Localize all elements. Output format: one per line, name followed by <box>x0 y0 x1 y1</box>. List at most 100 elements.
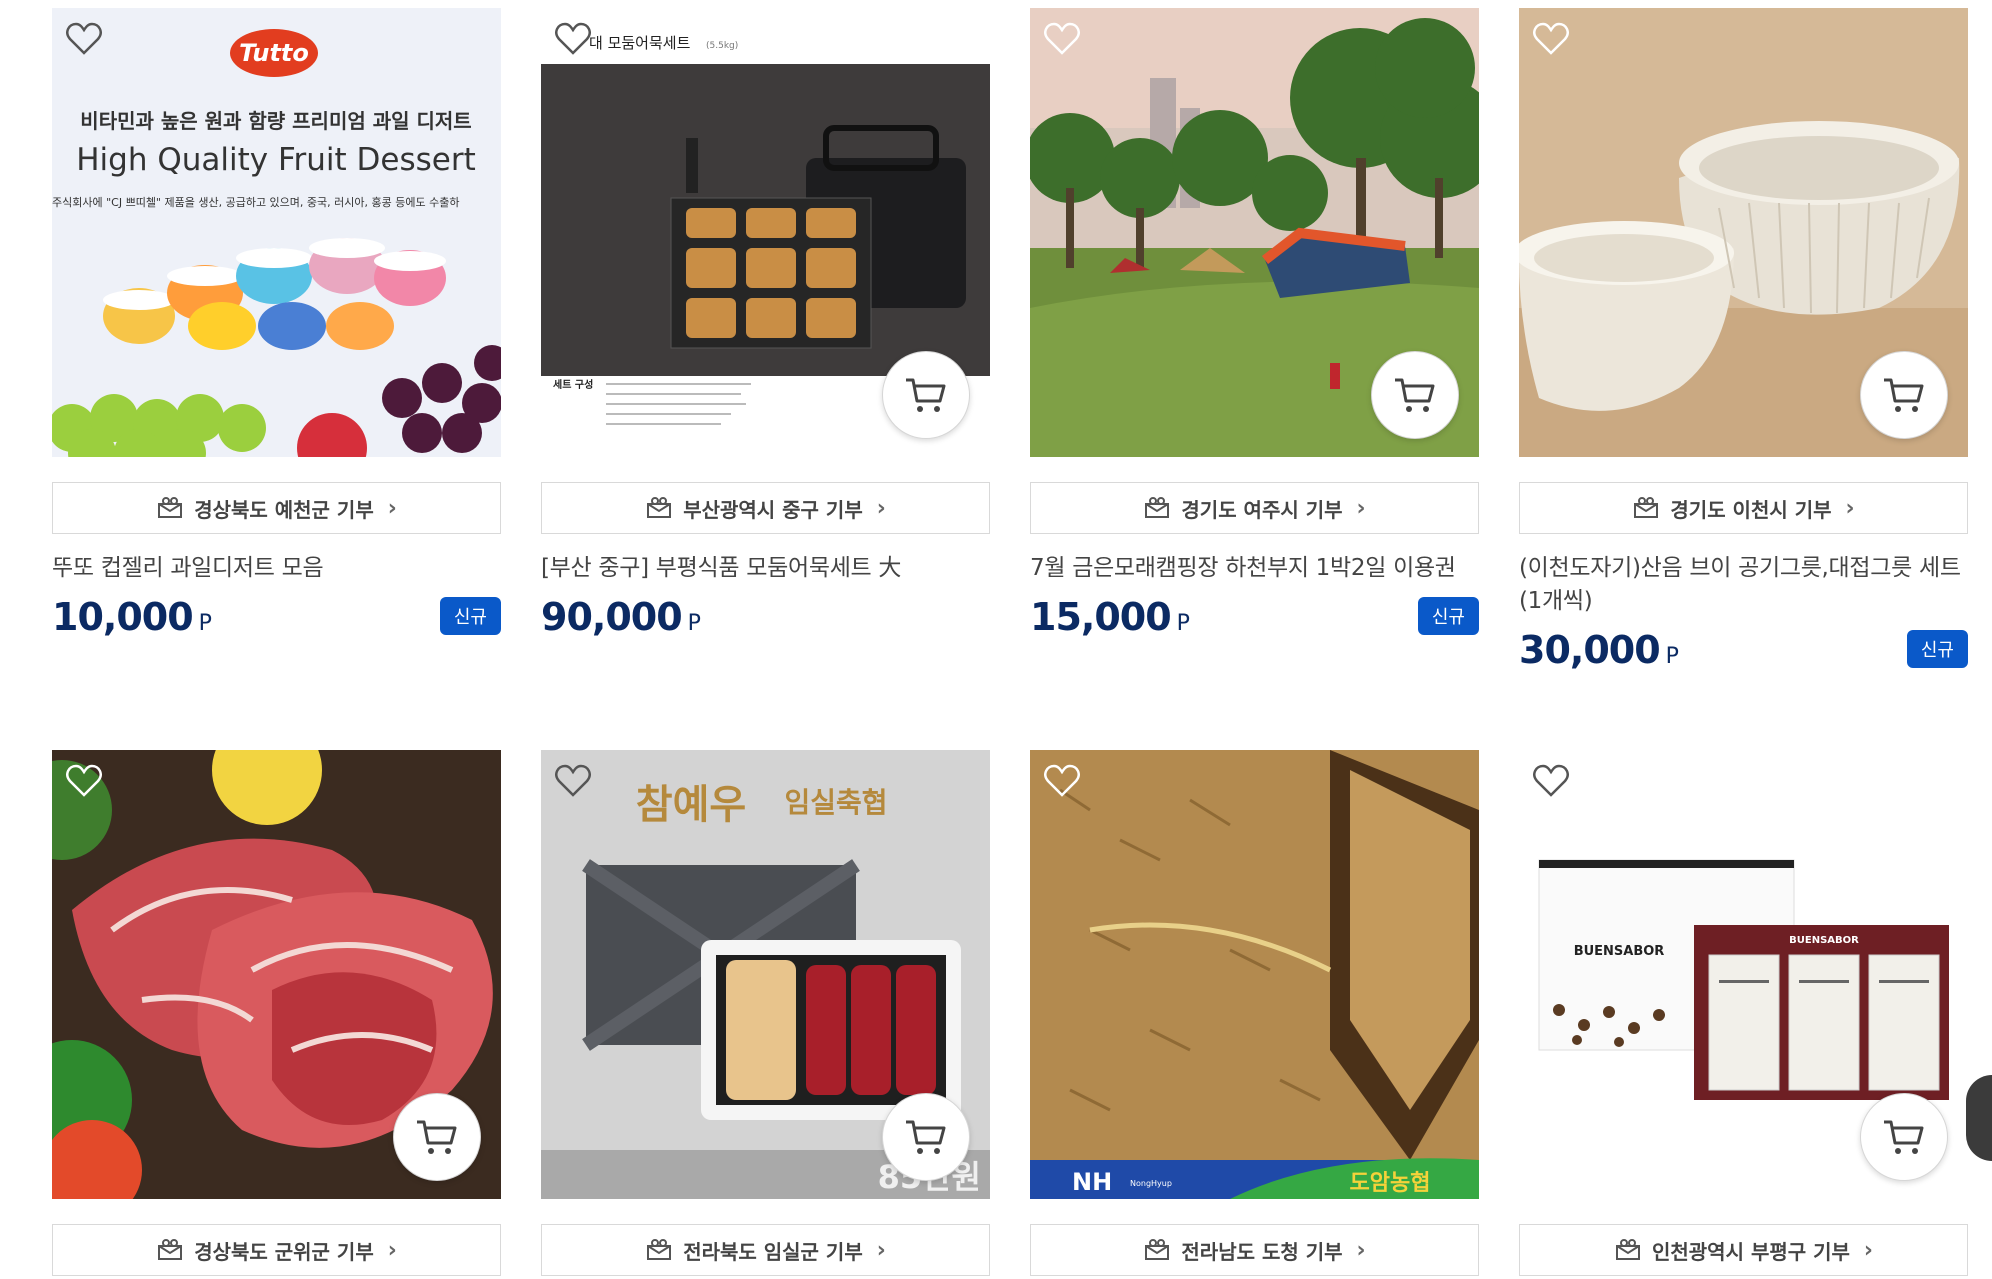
image-coop: 임실축협 <box>784 786 887 819</box>
product-image[interactable]: 대 모둠어묵세트 (5.5kg) 세트 구성 <box>541 8 990 457</box>
chevron-right-icon: › <box>876 495 886 521</box>
donation-region-label: 전라남도 도청 기부 <box>1181 1239 1343 1264</box>
wishlist-heart-icon[interactable] <box>66 22 102 56</box>
wishlist-heart-icon[interactable] <box>1533 764 1569 798</box>
chevron-right-icon: › <box>1356 1237 1366 1263</box>
product-price: 90,000 P <box>541 595 701 639</box>
nh-sub: NongHyup <box>1130 1179 1172 1188</box>
wishlist-heart-icon[interactable] <box>1044 22 1080 56</box>
product-image[interactable] <box>52 750 501 1199</box>
product-card[interactable]: NH NongHyup 도암농협 전라남도 도청 기부 › <box>1030 750 1479 1276</box>
price-value: 30,000 <box>1519 628 1661 672</box>
add-to-cart-button[interactable] <box>1860 351 1948 439</box>
price-unit: P <box>1665 644 1679 669</box>
donation-region-button[interactable]: 부산광역시 중구 기부 › <box>541 482 990 534</box>
price-row: 90,000 P <box>541 595 990 639</box>
tutto-dessert-image: Tutto 비타민과 높은 원과 함량 프리미엄 과일 디저트 High Qua… <box>52 8 501 457</box>
cart-icon <box>1395 378 1435 412</box>
nh-logo: NH <box>1072 1168 1112 1196</box>
product-price: 10,000 P <box>52 595 212 639</box>
donation-region-button[interactable]: 경기도 이천시 기부 › <box>1519 482 1968 534</box>
product-price: 30,000 P <box>1519 628 1679 672</box>
donation-region-label: 전라북도 임실군 기부 <box>683 1239 863 1264</box>
product-card[interactable]: Tutto 비타민과 높은 원과 함량 프리미엄 과일 디저트 High Qua… <box>52 8 501 639</box>
product-image[interactable]: BUENSABOR BUENSABOR <box>1519 750 1968 1199</box>
gift-box-icon <box>1143 1238 1171 1262</box>
product-image[interactable] <box>1519 8 1968 457</box>
product-name[interactable]: [부산 중구] 부평식품 모둠어묵세트 大 <box>541 552 990 585</box>
chevron-right-icon: › <box>1845 495 1855 521</box>
donation-region-button[interactable]: 경기도 여주시 기부 › <box>1030 482 1479 534</box>
cart-icon <box>1884 378 1924 412</box>
image-headline: 비타민과 높은 원과 함량 프리미엄 과일 디저트 <box>80 109 471 133</box>
product-card[interactable]: 경기도 여주시 기부 › 7월 금은모래캠핑장 하천부지 1박2일 이용권 15… <box>1030 8 1479 639</box>
donation-region-button[interactable]: 경상북도 예천군 기부 › <box>52 482 501 534</box>
product-card[interactable]: 참예우 임실축협 85만원 전라북도 임실군 기부 › <box>541 750 990 1276</box>
new-badge: 신규 <box>1906 630 1968 668</box>
floating-scroll-button[interactable] <box>1966 1075 1992 1161</box>
brand-logo: Tutto <box>239 39 309 67</box>
product-name[interactable]: (이천도자기)산음 브이 공기그릇,대접그릇 세트(1개씩) <box>1519 552 1968 618</box>
oats-grain-image: NH NongHyup 도암농협 <box>1030 750 1479 1199</box>
chevron-right-icon: › <box>876 1237 886 1263</box>
product-card[interactable]: 경상북도 군위군 기부 › <box>52 750 501 1276</box>
image-title: 대 모둠어묵세트 <box>589 34 691 52</box>
donation-region-label: 경상북도 예천군 기부 <box>194 497 374 522</box>
donation-region-button[interactable]: 인천광역시 부평구 기부 › <box>1519 1224 1968 1276</box>
add-to-cart-button[interactable] <box>882 351 970 439</box>
wishlist-heart-icon[interactable] <box>66 764 102 798</box>
gift-box-icon <box>645 1238 673 1262</box>
price-row: 10,000 P 신규 <box>52 595 501 639</box>
product-card[interactable]: 경기도 이천시 기부 › (이천도자기)산음 브이 공기그릇,대접그릇 세트(1… <box>1519 8 1968 672</box>
new-badge: 신규 <box>1417 597 1479 635</box>
image-coop: 도암농협 <box>1350 1171 1431 1196</box>
donation-region-label: 경상북도 군위군 기부 <box>194 1239 374 1264</box>
add-to-cart-button[interactable] <box>1860 1093 1948 1181</box>
wishlist-heart-icon[interactable] <box>555 764 591 798</box>
gift-box-icon <box>1632 496 1660 520</box>
product-image[interactable]: Tutto 비타민과 높은 원과 함량 프리미엄 과일 디저트 High Qua… <box>52 8 501 457</box>
wishlist-heart-icon[interactable] <box>1044 764 1080 798</box>
gift-box-icon <box>1614 1238 1642 1262</box>
set-composition-label: 세트 구성 <box>553 378 593 391</box>
chevron-right-icon: › <box>387 1237 397 1263</box>
image-headline-en: High Quality Fruit Dessert <box>76 142 476 178</box>
gift-box-icon <box>156 496 184 520</box>
image-weight: (5.5kg) <box>706 41 738 51</box>
product-name[interactable]: 7월 금은모래캠핑장 하천부지 1박2일 이용권 <box>1030 552 1479 585</box>
add-to-cart-button[interactable] <box>882 1093 970 1181</box>
price-row: 30,000 P 신규 <box>1519 628 1968 672</box>
price-value: 90,000 <box>541 595 683 639</box>
add-to-cart-button[interactable] <box>1371 351 1459 439</box>
cart-icon <box>906 378 946 412</box>
cart-icon <box>417 1120 457 1154</box>
donation-region-label: 경기도 여주시 기부 <box>1181 497 1343 522</box>
chevron-right-icon: › <box>1863 1237 1873 1263</box>
product-card[interactable]: 대 모둠어묵세트 (5.5kg) 세트 구성 부산광역시 중구 기부 › [부산… <box>541 8 990 639</box>
gift-box-icon <box>156 1238 184 1262</box>
price-value: 15,000 <box>1030 595 1172 639</box>
product-name[interactable]: 뚜또 컵젤리 과일디저트 모음 <box>52 552 501 585</box>
wishlist-heart-icon[interactable] <box>1533 22 1569 56</box>
price-unit: P <box>1176 611 1190 636</box>
product-image[interactable]: NH NongHyup 도암농협 <box>1030 750 1479 1199</box>
price-unit: P <box>687 611 701 636</box>
product-card[interactable]: BUENSABOR BUENSABOR 인천광역시 부평구 기부 › <box>1519 750 1968 1276</box>
image-brand: 참예우 <box>636 781 746 828</box>
donation-region-button[interactable]: 전라북도 임실군 기부 › <box>541 1224 990 1276</box>
product-image[interactable]: 참예우 임실축협 85만원 <box>541 750 990 1199</box>
price-row: 15,000 P 신규 <box>1030 595 1479 639</box>
add-to-cart-button[interactable] <box>393 1093 481 1181</box>
chevron-right-icon: › <box>387 495 397 521</box>
new-badge: 신규 <box>439 597 501 635</box>
product-image[interactable] <box>1030 8 1479 457</box>
brand-logo: BUENSABOR <box>1574 944 1665 959</box>
donation-region-button[interactable]: 경상북도 군위군 기부 › <box>52 1224 501 1276</box>
cart-icon <box>1884 1120 1924 1154</box>
gift-box-icon <box>1143 496 1171 520</box>
chevron-right-icon: › <box>1356 495 1366 521</box>
donation-region-button[interactable]: 전라남도 도청 기부 › <box>1030 1224 1479 1276</box>
donation-region-label: 인천광역시 부평구 기부 <box>1651 1239 1850 1264</box>
wishlist-heart-icon[interactable] <box>555 22 591 56</box>
cart-icon <box>906 1120 946 1154</box>
